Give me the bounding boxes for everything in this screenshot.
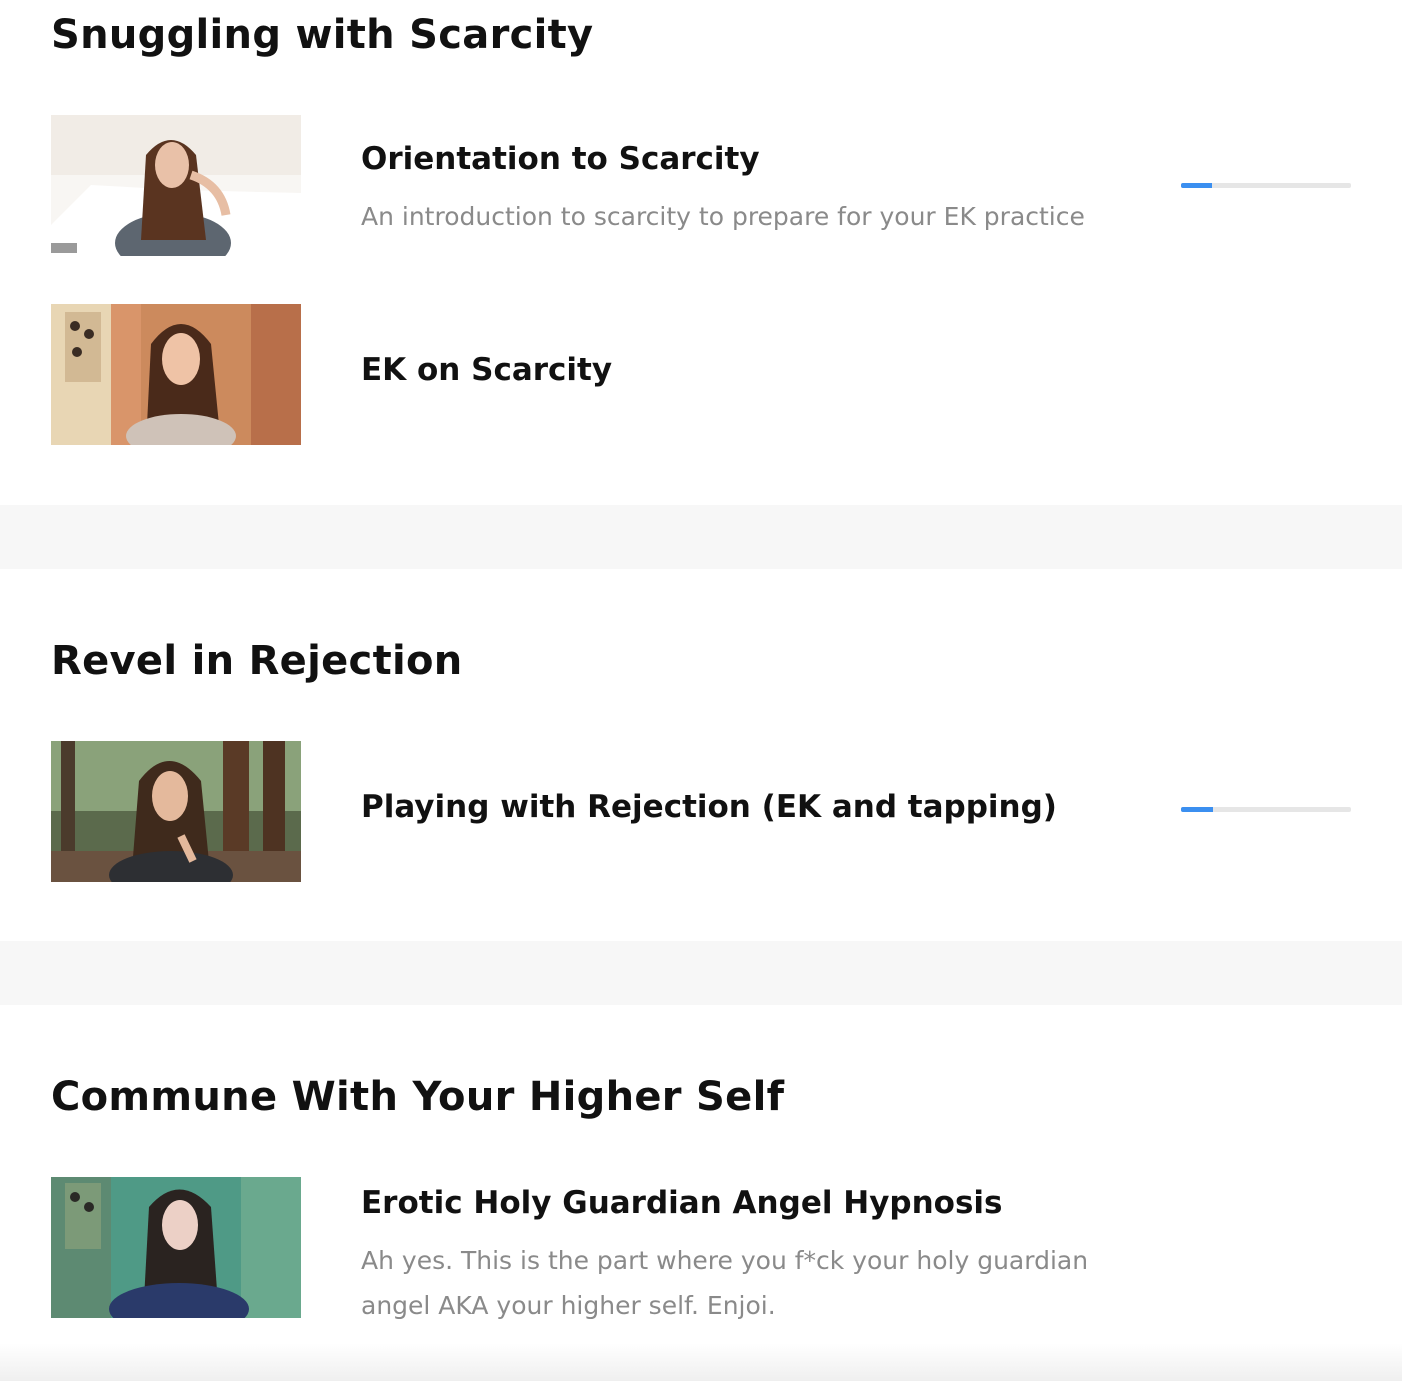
lesson-title: Erotic Holy Guardian Angel Hypnosis	[361, 1185, 1003, 1221]
lesson-progress-bar	[1181, 183, 1351, 188]
section-divider	[0, 941, 1402, 1005]
lesson-playing-with-rejection[interactable]: Playing with Rejection (EK and tapping)	[0, 741, 1402, 882]
lesson-title: EK on Scarcity	[361, 352, 613, 388]
section-divider	[0, 505, 1402, 569]
lesson-title: Orientation to Scarcity	[361, 141, 760, 177]
lesson-ek-on-scarcity[interactable]: EK on Scarcity	[0, 304, 1402, 445]
section-title: Revel in Rejection	[51, 638, 463, 684]
progress-fill	[1181, 807, 1214, 812]
lesson-thumbnail[interactable]	[51, 115, 301, 256]
bottom-fade	[0, 1343, 1402, 1381]
lesson-description: Ah yes. This is the part where you f*ck …	[361, 1246, 1089, 1320]
course-section-scarcity: Snuggling with Scarcity Orientation to S…	[0, 0, 1402, 505]
section-title: Commune With Your Higher Self	[51, 1074, 785, 1120]
lesson-thumbnail[interactable]	[51, 741, 301, 882]
section-title: Snuggling with Scarcity	[51, 12, 594, 58]
lesson-erotic-holy-guardian-angel-hypnosis[interactable]: Erotic Holy Guardian Angel Hypnosis Ah y…	[0, 1177, 1402, 1320]
course-section-higher-self: Commune With Your Higher Self Erotic Hol…	[0, 1005, 1402, 1381]
course-section-rejection: Revel in Rejection Playing with Rejectio…	[0, 569, 1402, 941]
lesson-title: Playing with Rejection (EK and tapping)	[361, 789, 1057, 825]
lesson-progress-bar	[1181, 807, 1351, 812]
lesson-thumbnail[interactable]	[51, 1177, 301, 1318]
lesson-orientation-to-scarcity[interactable]: Orientation to Scarcity An introduction …	[0, 115, 1402, 256]
progress-fill	[1181, 183, 1212, 188]
lesson-thumbnail[interactable]	[51, 304, 301, 445]
lesson-description: An introduction to scarcity to prepare f…	[361, 202, 1085, 231]
